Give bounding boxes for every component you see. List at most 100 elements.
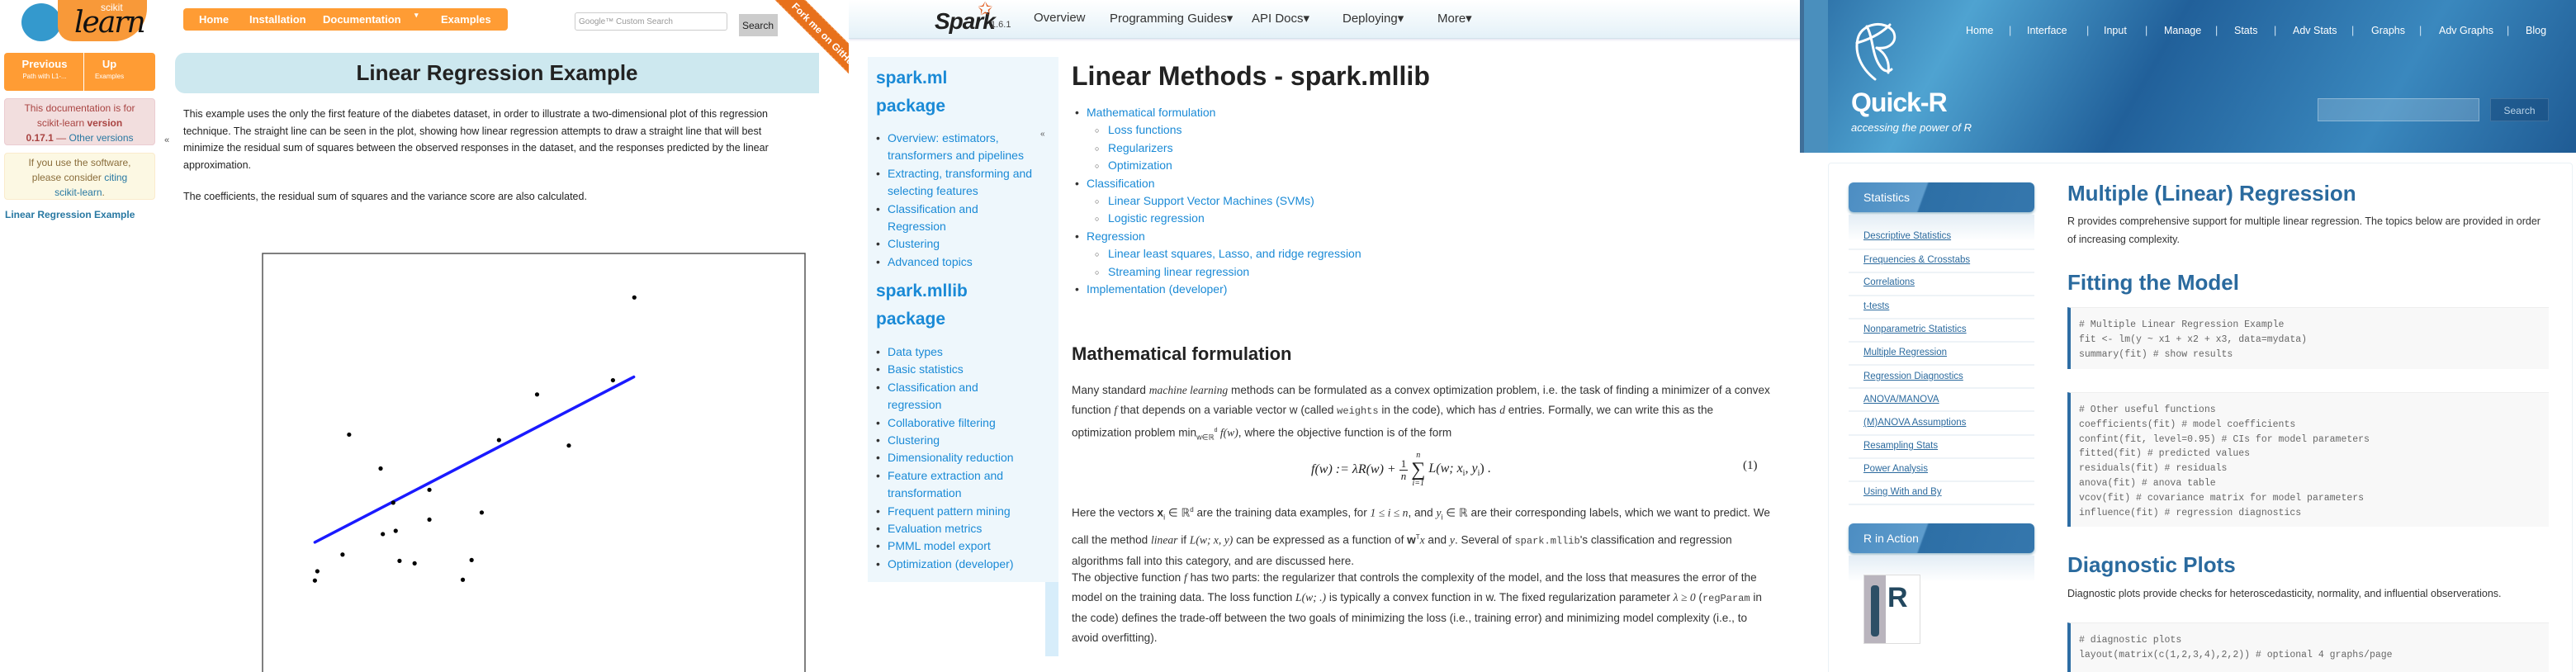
sidebar-heading-mllib: spark.mllib <box>876 282 968 301</box>
sidebar-link[interactable]: ANOVA/MANOVA <box>1863 395 1939 405</box>
sidebar-link[interactable]: Power Analysis <box>1863 464 1928 474</box>
sidebar-link[interactable]: Multiple Regression <box>1863 348 1947 357</box>
nav-input[interactable]: Input <box>2104 25 2127 36</box>
divider <box>1849 504 2034 505</box>
nav-blog[interactable]: Blog <box>2526 25 2546 36</box>
data-point <box>340 552 345 557</box>
search-input[interactable] <box>2318 98 2479 121</box>
sidebar-item[interactable]: Extracting, transforming and selecting f… <box>876 165 1041 201</box>
paragraph-2: Here the vectors xi ∈ ℝd are the trainin… <box>1072 500 1775 570</box>
text: that depends on a variable vector w (cal… <box>1117 403 1338 416</box>
sidebar-link[interactable]: t-tests <box>1863 301 1889 311</box>
code: regParam <box>1702 592 1750 604</box>
sidebar-item[interactable]: Data types <box>876 343 1041 362</box>
toc-item[interactable]: Implementation (developer) <box>1072 281 1361 299</box>
formula-end: ) . <box>1480 461 1491 476</box>
toc-item[interactable]: Mathematical formulation <box>1072 104 1361 122</box>
sidebar-item[interactable]: Clustering <box>876 432 1041 450</box>
r-swirl-logo-icon[interactable] <box>1852 18 1898 81</box>
denominator: n <box>1400 469 1407 482</box>
collapse-sidebar-icon[interactable]: « <box>1040 130 1045 139</box>
sidebar-item[interactable]: Classification and regression <box>876 379 1016 414</box>
sidebar-item[interactable]: Classification and Regression <box>876 201 1016 236</box>
math: w <box>1407 533 1416 547</box>
section-diagnostic-plots: Diagnostic Plots <box>2067 552 2236 577</box>
toc-item[interactable]: Regression <box>1072 228 1361 246</box>
sidebar-link[interactable]: Correlations <box>1863 277 1915 287</box>
text: ( <box>1695 590 1702 603</box>
nav-manage[interactable]: Manage <box>2164 25 2201 36</box>
data-point <box>427 517 432 523</box>
sum-lower: i=1 <box>1412 479 1425 488</box>
sidebar-item[interactable]: Optimization (developer) <box>876 556 1041 574</box>
nav-adv-graphs[interactable]: Adv Graphs <box>2439 25 2493 36</box>
sidebar-item[interactable]: Advanced topics <box>876 253 1041 272</box>
divider <box>1849 364 2034 366</box>
section-heading: Mathematical formulation <box>1072 343 1292 364</box>
nav-api-docs[interactable]: API Docs▾ <box>1252 11 1309 26</box>
sidebar-item[interactable]: Evaluation metrics <box>876 520 1041 538</box>
toc-item[interactable]: Logistic regression <box>1072 210 1361 229</box>
text: , where the objective function is of the… <box>1238 426 1452 439</box>
nav-more[interactable]: More▾ <box>1437 11 1472 26</box>
nav-separator: | <box>2351 25 2355 36</box>
spark-version: 1.6.1 <box>991 20 1011 30</box>
sidebar-link[interactable]: Using With and By <box>1863 487 1942 497</box>
toc-item[interactable]: Classification <box>1072 175 1361 193</box>
r-in-action-book-cover[interactable]: R <box>1863 575 1920 644</box>
nav-overview[interactable]: Overview <box>1034 11 1086 25</box>
sidebar-item[interactable]: Overview: estimators, transformers and p… <box>876 130 1041 165</box>
toc-item[interactable]: Regularizers <box>1072 140 1361 159</box>
cover-figure-person <box>1871 585 1879 637</box>
nav-separator: | <box>2145 25 2148 36</box>
data-point <box>469 557 474 562</box>
paragraph-3: The objective function f has two parts: … <box>1072 568 1775 647</box>
site-title[interactable]: Quick-R <box>1851 88 1948 118</box>
sidebar-link[interactable]: Nonparametric Statistics <box>1863 324 1967 334</box>
toc-item[interactable]: Loss functions <box>1072 121 1361 140</box>
sidebar-item[interactable]: Collaborative filtering <box>876 414 1041 433</box>
nav-graphs[interactable]: Graphs <box>2371 25 2405 36</box>
sidebar-item[interactable]: Frequent pattern mining <box>876 503 1041 521</box>
nav-home[interactable]: Home <box>1966 25 1993 36</box>
toc-item[interactable]: Linear Support Vector Machines (SVMs) <box>1072 192 1361 211</box>
sidebar-item[interactable]: Clustering <box>876 235 1041 253</box>
search-button[interactable]: Search <box>2490 98 2549 121</box>
nav-stats[interactable]: Stats <box>2234 25 2258 36</box>
nav-deploying[interactable]: Deploying▾ <box>1342 11 1404 26</box>
data-point <box>391 500 395 505</box>
section-fitting-the-model: Fitting the Model <box>2067 270 2239 295</box>
sidebar-link[interactable]: Resampling Stats <box>1863 441 1938 451</box>
text: in the code), which has <box>1378 403 1500 416</box>
fraction: 1n <box>1399 457 1409 482</box>
sidebar-link[interactable]: (M)ANOVA Assumptions <box>1863 418 1966 428</box>
math: 1 ≤ i ≤ n <box>1370 506 1409 519</box>
toc-item[interactable]: Optimization <box>1072 157 1361 176</box>
sidebar-item[interactable]: Dimensionality reduction <box>876 449 1041 467</box>
toc-item[interactable]: Linear least squares, Lasso, and ridge r… <box>1072 245 1361 264</box>
star-icon: ✩ <box>978 0 993 19</box>
cover-letter: R <box>1887 582 1908 613</box>
sidebar-link[interactable]: Descriptive Statistics <box>1863 231 1951 241</box>
nav-interface[interactable]: Interface <box>2027 25 2067 36</box>
statistics-heading: Statistics <box>1849 182 2034 212</box>
formula-rhs: , y <box>1465 461 1478 476</box>
text: , and <box>1408 506 1437 519</box>
page-title: Multiple (Linear) Regression <box>2067 181 2356 206</box>
nav-adv-stats[interactable]: Adv Stats <box>2293 25 2337 36</box>
math: min <box>1178 426 1197 439</box>
data-point <box>378 466 383 471</box>
sidebar-item[interactable]: PMML model export <box>876 537 1041 556</box>
nav-programming-guides[interactable]: Programming Guides▾ <box>1110 11 1233 26</box>
paragraph-1: Many standard machine learning methods c… <box>1072 381 1775 447</box>
sidebar-item[interactable]: Feature extraction and transformation <box>876 467 1020 503</box>
sidebar-link[interactable]: Regression Diagnostics <box>1863 371 1963 381</box>
toc-item[interactable]: Streaming linear regression <box>1072 263 1361 282</box>
sidebar-item[interactable]: Basic statistics <box>876 361 1041 379</box>
nav-separator: | <box>2274 25 2277 36</box>
sidebar-link[interactable]: Frequencies & Crosstabs <box>1863 255 1970 265</box>
math: f(w) <box>1217 426 1238 439</box>
text: Here the vectors <box>1072 506 1158 519</box>
math-sub: w∈ℝ <box>1196 433 1215 442</box>
data-point <box>479 510 485 515</box>
